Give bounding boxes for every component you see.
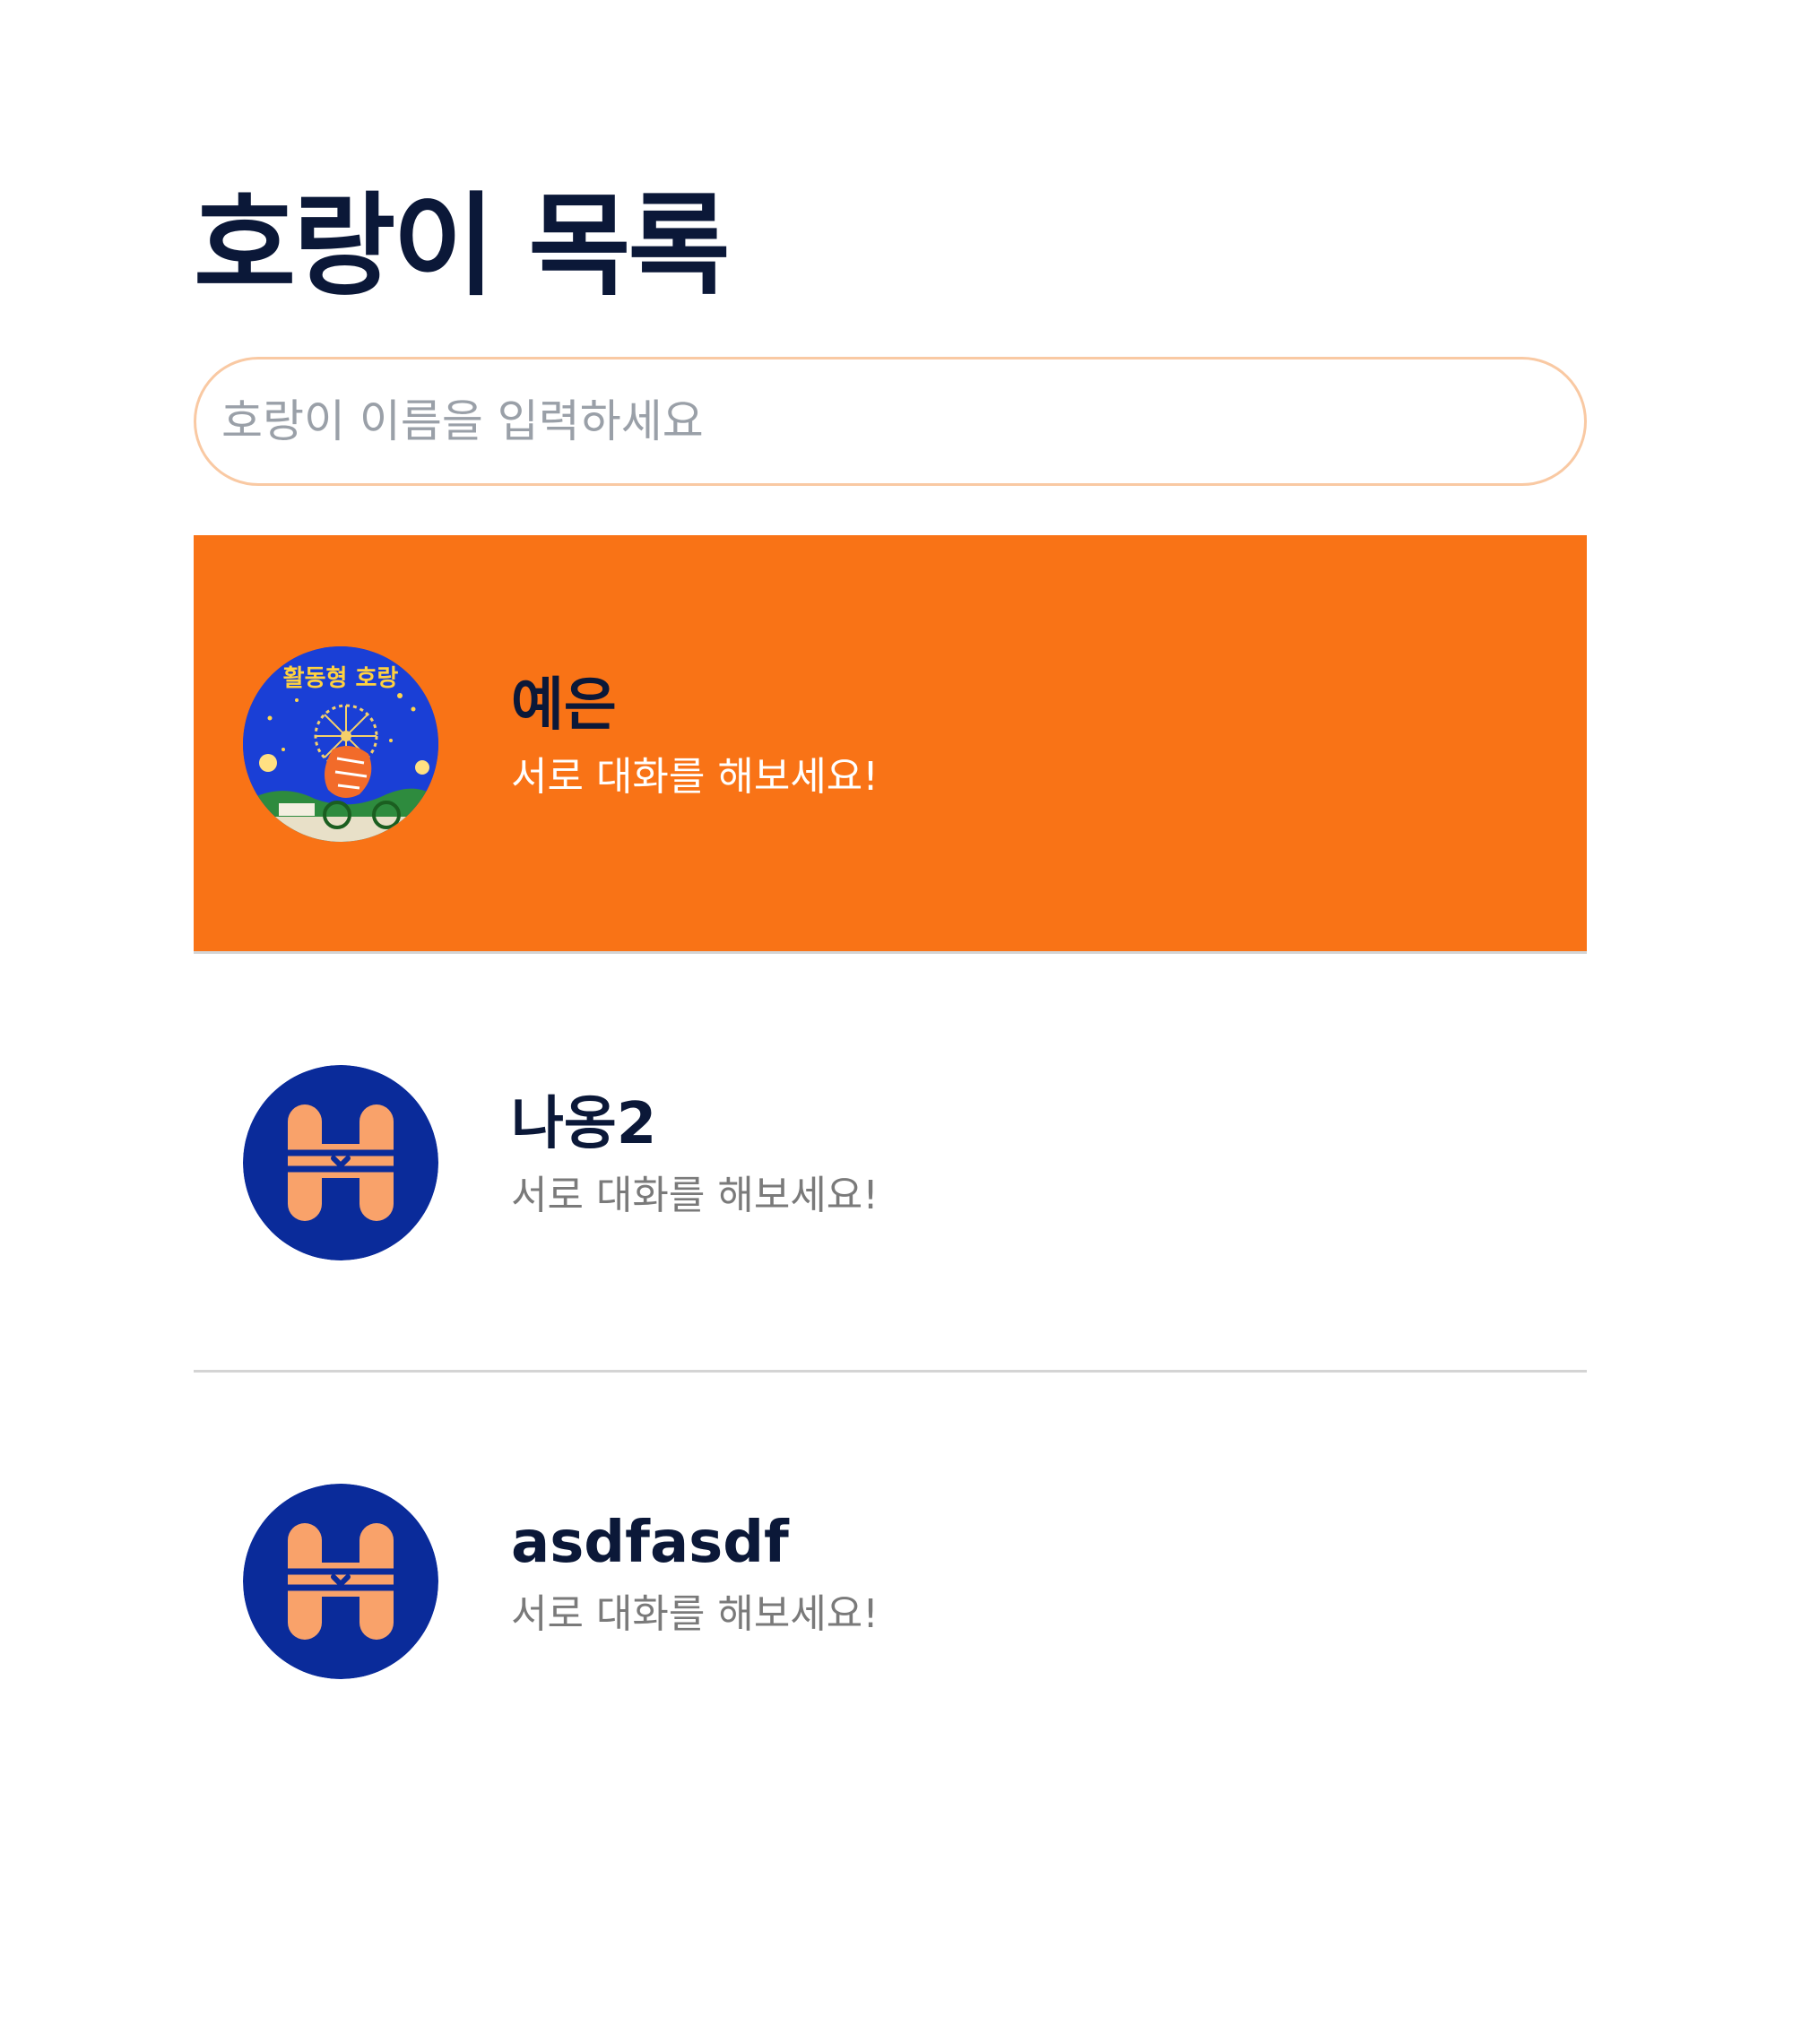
default-h-logo-icon bbox=[243, 1065, 438, 1260]
tiger-info: 예은 서로 대화를 해보세요! bbox=[511, 670, 1542, 802]
tiger-info: 나옹2 서로 대화를 해보세요! bbox=[511, 1088, 1542, 1221]
tiger-list: 활동형 호랑 예은 서로 대화를 해보세요! 나옹2 서로 대화를 해보세요! … bbox=[194, 535, 1587, 1791]
tiger-info: asdfasdf 서로 대화를 해보세요! bbox=[511, 1507, 1542, 1640]
avatar bbox=[243, 1065, 438, 1260]
tiger-message: 서로 대화를 해보세요! bbox=[511, 754, 879, 800]
svg-text:활동형 호랑: 활동형 호랑 bbox=[283, 665, 399, 692]
tiger-name: 예은 bbox=[511, 672, 617, 739]
search-input[interactable] bbox=[221, 359, 1548, 483]
tiger-message: 서로 대화를 해보세요! bbox=[511, 1591, 879, 1637]
avatar: 활동형 호랑 bbox=[243, 646, 438, 842]
search-box bbox=[194, 357, 1587, 486]
page-title: 호랑이 목록 bbox=[194, 182, 731, 311]
tiger-list-item[interactable]: 나옹2 서로 대화를 해보세요! bbox=[194, 954, 1587, 1373]
tiger-message: 서로 대화를 해보세요! bbox=[511, 1173, 879, 1218]
tiger-name: asdfasdf bbox=[511, 1510, 789, 1576]
festival-poster-image: 활동형 호랑 bbox=[243, 646, 438, 842]
tiger-list-item[interactable]: 활동형 호랑 예은 서로 대화를 해보세요! bbox=[194, 535, 1587, 954]
tiger-list-item[interactable]: asdfasdf 서로 대화를 해보세요! bbox=[194, 1373, 1587, 1791]
avatar bbox=[243, 1484, 438, 1679]
tiger-name: 나옹2 bbox=[511, 1091, 657, 1157]
default-h-logo-icon bbox=[243, 1484, 438, 1679]
